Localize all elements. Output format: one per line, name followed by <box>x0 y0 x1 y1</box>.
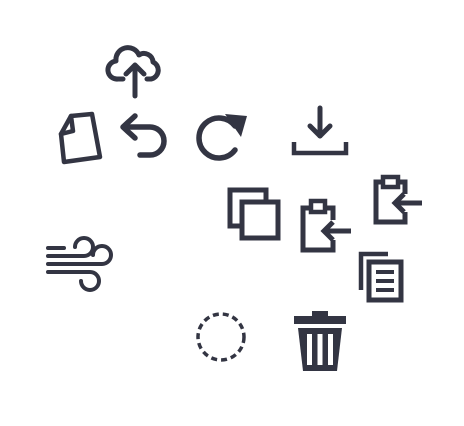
dashed-circle-select-icon <box>196 312 246 362</box>
copy-icon <box>227 187 281 241</box>
paste-in-button[interactable] <box>370 174 424 228</box>
download-button[interactable] <box>290 104 350 158</box>
file-icon <box>58 111 103 165</box>
paste-button[interactable] <box>298 196 352 254</box>
undo-button[interactable] <box>114 106 174 166</box>
trash-icon <box>294 311 346 371</box>
upload-button[interactable] <box>105 45 164 99</box>
copy-button[interactable] <box>224 184 282 242</box>
redo-button[interactable] <box>188 106 250 166</box>
clipboard-paste-icon <box>373 174 422 225</box>
select-button[interactable] <box>194 310 248 364</box>
duplicate-button[interactable] <box>354 248 406 306</box>
undo-icon <box>120 113 167 158</box>
new-file-button[interactable] <box>56 110 106 168</box>
wind-tool[interactable] <box>44 234 116 292</box>
download-icon <box>291 105 349 156</box>
clipboard-paste-icon <box>300 198 351 253</box>
redo-icon <box>196 114 247 161</box>
wind-icon <box>46 236 113 292</box>
duplicate-pages-icon <box>358 251 404 303</box>
delete-button[interactable] <box>290 308 350 374</box>
cloud-upload-icon <box>105 45 161 99</box>
